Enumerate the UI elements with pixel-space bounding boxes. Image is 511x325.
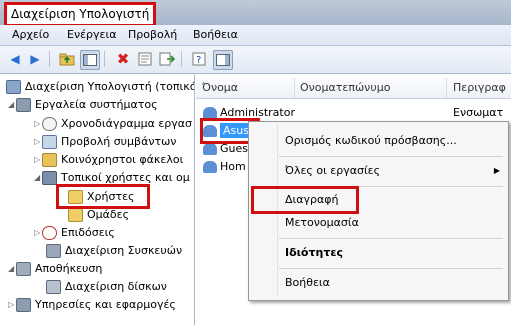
delete-highlight-box: [251, 186, 359, 214]
menu-item-all-tasks[interactable]: Όλες οι εργασίες ▶: [249, 160, 508, 182]
chevron-down-icon[interactable]: ◢: [8, 260, 16, 278]
tree-services-label: Υπηρεσίες και εφαρμογές: [35, 298, 176, 311]
tree-task-scheduler-label: Χρονοδιάγραμμα εργασ: [61, 117, 192, 130]
toolbar: ◀ ▶ ✖ ?: [0, 46, 511, 74]
device-manager-icon: [46, 244, 61, 258]
menu-item-properties[interactable]: Ιδιότητες: [249, 242, 508, 264]
title-bar: Διαχείριση Υπολογιστή: [0, 0, 511, 27]
menu-item-help[interactable]: Βοήθεια: [249, 272, 508, 294]
tree-root[interactable]: Διαχείριση Υπολογιστή (τοπικό: [6, 78, 195, 96]
tree-device-manager[interactable]: Διαχείριση Συσκευών: [46, 242, 182, 260]
export-icon[interactable]: [158, 50, 176, 68]
menu-item-all-tasks-label: Όλες οι εργασίες: [285, 164, 381, 177]
tree-disk-management-label: Διαχείριση δίσκων: [65, 280, 167, 293]
action-pane-icon[interactable]: [213, 50, 233, 70]
properties-icon[interactable]: [136, 50, 154, 68]
tree-system-tools-label: Εργαλεία συστήματος: [35, 98, 158, 111]
back-icon[interactable]: ◀: [6, 50, 24, 68]
users-group-icon: [42, 171, 57, 185]
chevron-down-icon[interactable]: ◢: [34, 169, 42, 187]
chevron-right-icon[interactable]: ▷: [34, 151, 42, 169]
row-description: Ενσωματ: [453, 106, 504, 119]
tree-disk-management[interactable]: Διαχείριση δίσκων: [46, 278, 167, 296]
column-header-description[interactable]: Περιγραφ: [447, 78, 511, 98]
chevron-down-icon[interactable]: ◢: [8, 96, 16, 114]
folder-icon: [68, 208, 83, 222]
delete-icon[interactable]: ✖: [114, 50, 132, 68]
menu-item-rename[interactable]: Μετονομασία: [249, 212, 508, 234]
menu-help[interactable]: Βοήθεια: [193, 28, 238, 41]
toolbar-separator: [49, 51, 50, 67]
tree-system-tools[interactable]: ◢ Εργαλεία συστήματος: [8, 96, 158, 114]
toolbar-separator: [104, 51, 105, 67]
help-icon[interactable]: ?: [190, 50, 208, 68]
tree-device-manager-label: Διαχείριση Συσκευών: [65, 244, 183, 257]
menu-view[interactable]: Προβολή: [128, 28, 177, 41]
computer-management-icon: [6, 80, 21, 94]
tree-performance[interactable]: ▷ Επιδόσεις: [34, 224, 115, 242]
user-icon: [203, 161, 217, 173]
tree-local-users-label: Τοπικοί χρήστες και ομ: [61, 171, 190, 184]
forward-icon[interactable]: ▶: [26, 50, 44, 68]
menu-bar: Αρχείο Ενέργεια Προβολή Βοήθεια: [0, 25, 511, 46]
menu-separator: [279, 268, 503, 269]
column-header-fullname[interactable]: Ονοματεπώνυμο: [294, 78, 447, 98]
storage-icon: [16, 262, 31, 276]
tree-task-scheduler[interactable]: ▷ Χρονοδιάγραμμα εργασ: [34, 115, 192, 133]
toolbar-separator: [181, 51, 182, 67]
column-header-name[interactable]: Όνομα: [196, 78, 295, 98]
submenu-arrow-icon: ▶: [493, 166, 500, 175]
tree-root-label: Διαχείριση Υπολογιστή (τοπικό: [25, 80, 195, 93]
performance-icon: [42, 226, 57, 240]
shared-folder-icon: [42, 153, 57, 167]
chevron-right-icon[interactable]: ▷: [8, 296, 16, 314]
show-hide-tree-icon[interactable]: [80, 50, 100, 70]
chevron-right-icon[interactable]: ▷: [34, 133, 42, 151]
menu-file[interactable]: Αρχείο: [12, 28, 49, 41]
tree-services[interactable]: ▷ Υπηρεσίες και εφαρμογές: [8, 296, 176, 314]
tree-shared-folders[interactable]: ▷ Κοινόχρηστοι φάκελοι: [34, 151, 183, 169]
tree-shared-folders-label: Κοινόχρηστοι φάκελοι: [61, 153, 184, 166]
row-name: Hom: [220, 160, 246, 173]
disk-icon: [46, 280, 61, 294]
menu-separator: [279, 238, 503, 239]
tree-event-viewer[interactable]: ▷ Προβολή συμβάντων: [34, 133, 176, 151]
up-folder-icon[interactable]: [58, 50, 76, 68]
chevron-right-icon[interactable]: ▷: [34, 115, 42, 133]
services-icon: [16, 298, 31, 312]
menu-action[interactable]: Ενέργεια: [67, 28, 116, 41]
list-header: Όνομα Ονοματεπώνυμο Περιγραφ: [196, 78, 511, 99]
menu-separator: [279, 156, 503, 157]
menu-item-set-password[interactable]: Ορισμός κωδικού πρόσβασης...: [249, 130, 508, 152]
tree-event-viewer-label: Προβολή συμβάντων: [61, 135, 177, 148]
users-highlight-box: [56, 184, 150, 209]
event-viewer-icon: [42, 135, 57, 149]
tree-storage-label: Αποθήκευση: [35, 262, 103, 275]
window-title: Διαχείριση Υπολογιστή: [4, 2, 157, 27]
tree-storage[interactable]: ◢ Αποθήκευση: [8, 260, 102, 278]
chevron-right-icon[interactable]: ▷: [34, 224, 42, 242]
tools-icon: [16, 98, 31, 112]
tree-performance-label: Επιδόσεις: [61, 226, 115, 239]
user-icon: [203, 143, 217, 155]
svg-text:?: ?: [196, 55, 201, 66]
clock-icon: [42, 117, 57, 131]
tree-groups-label: Ομάδες: [87, 208, 130, 221]
